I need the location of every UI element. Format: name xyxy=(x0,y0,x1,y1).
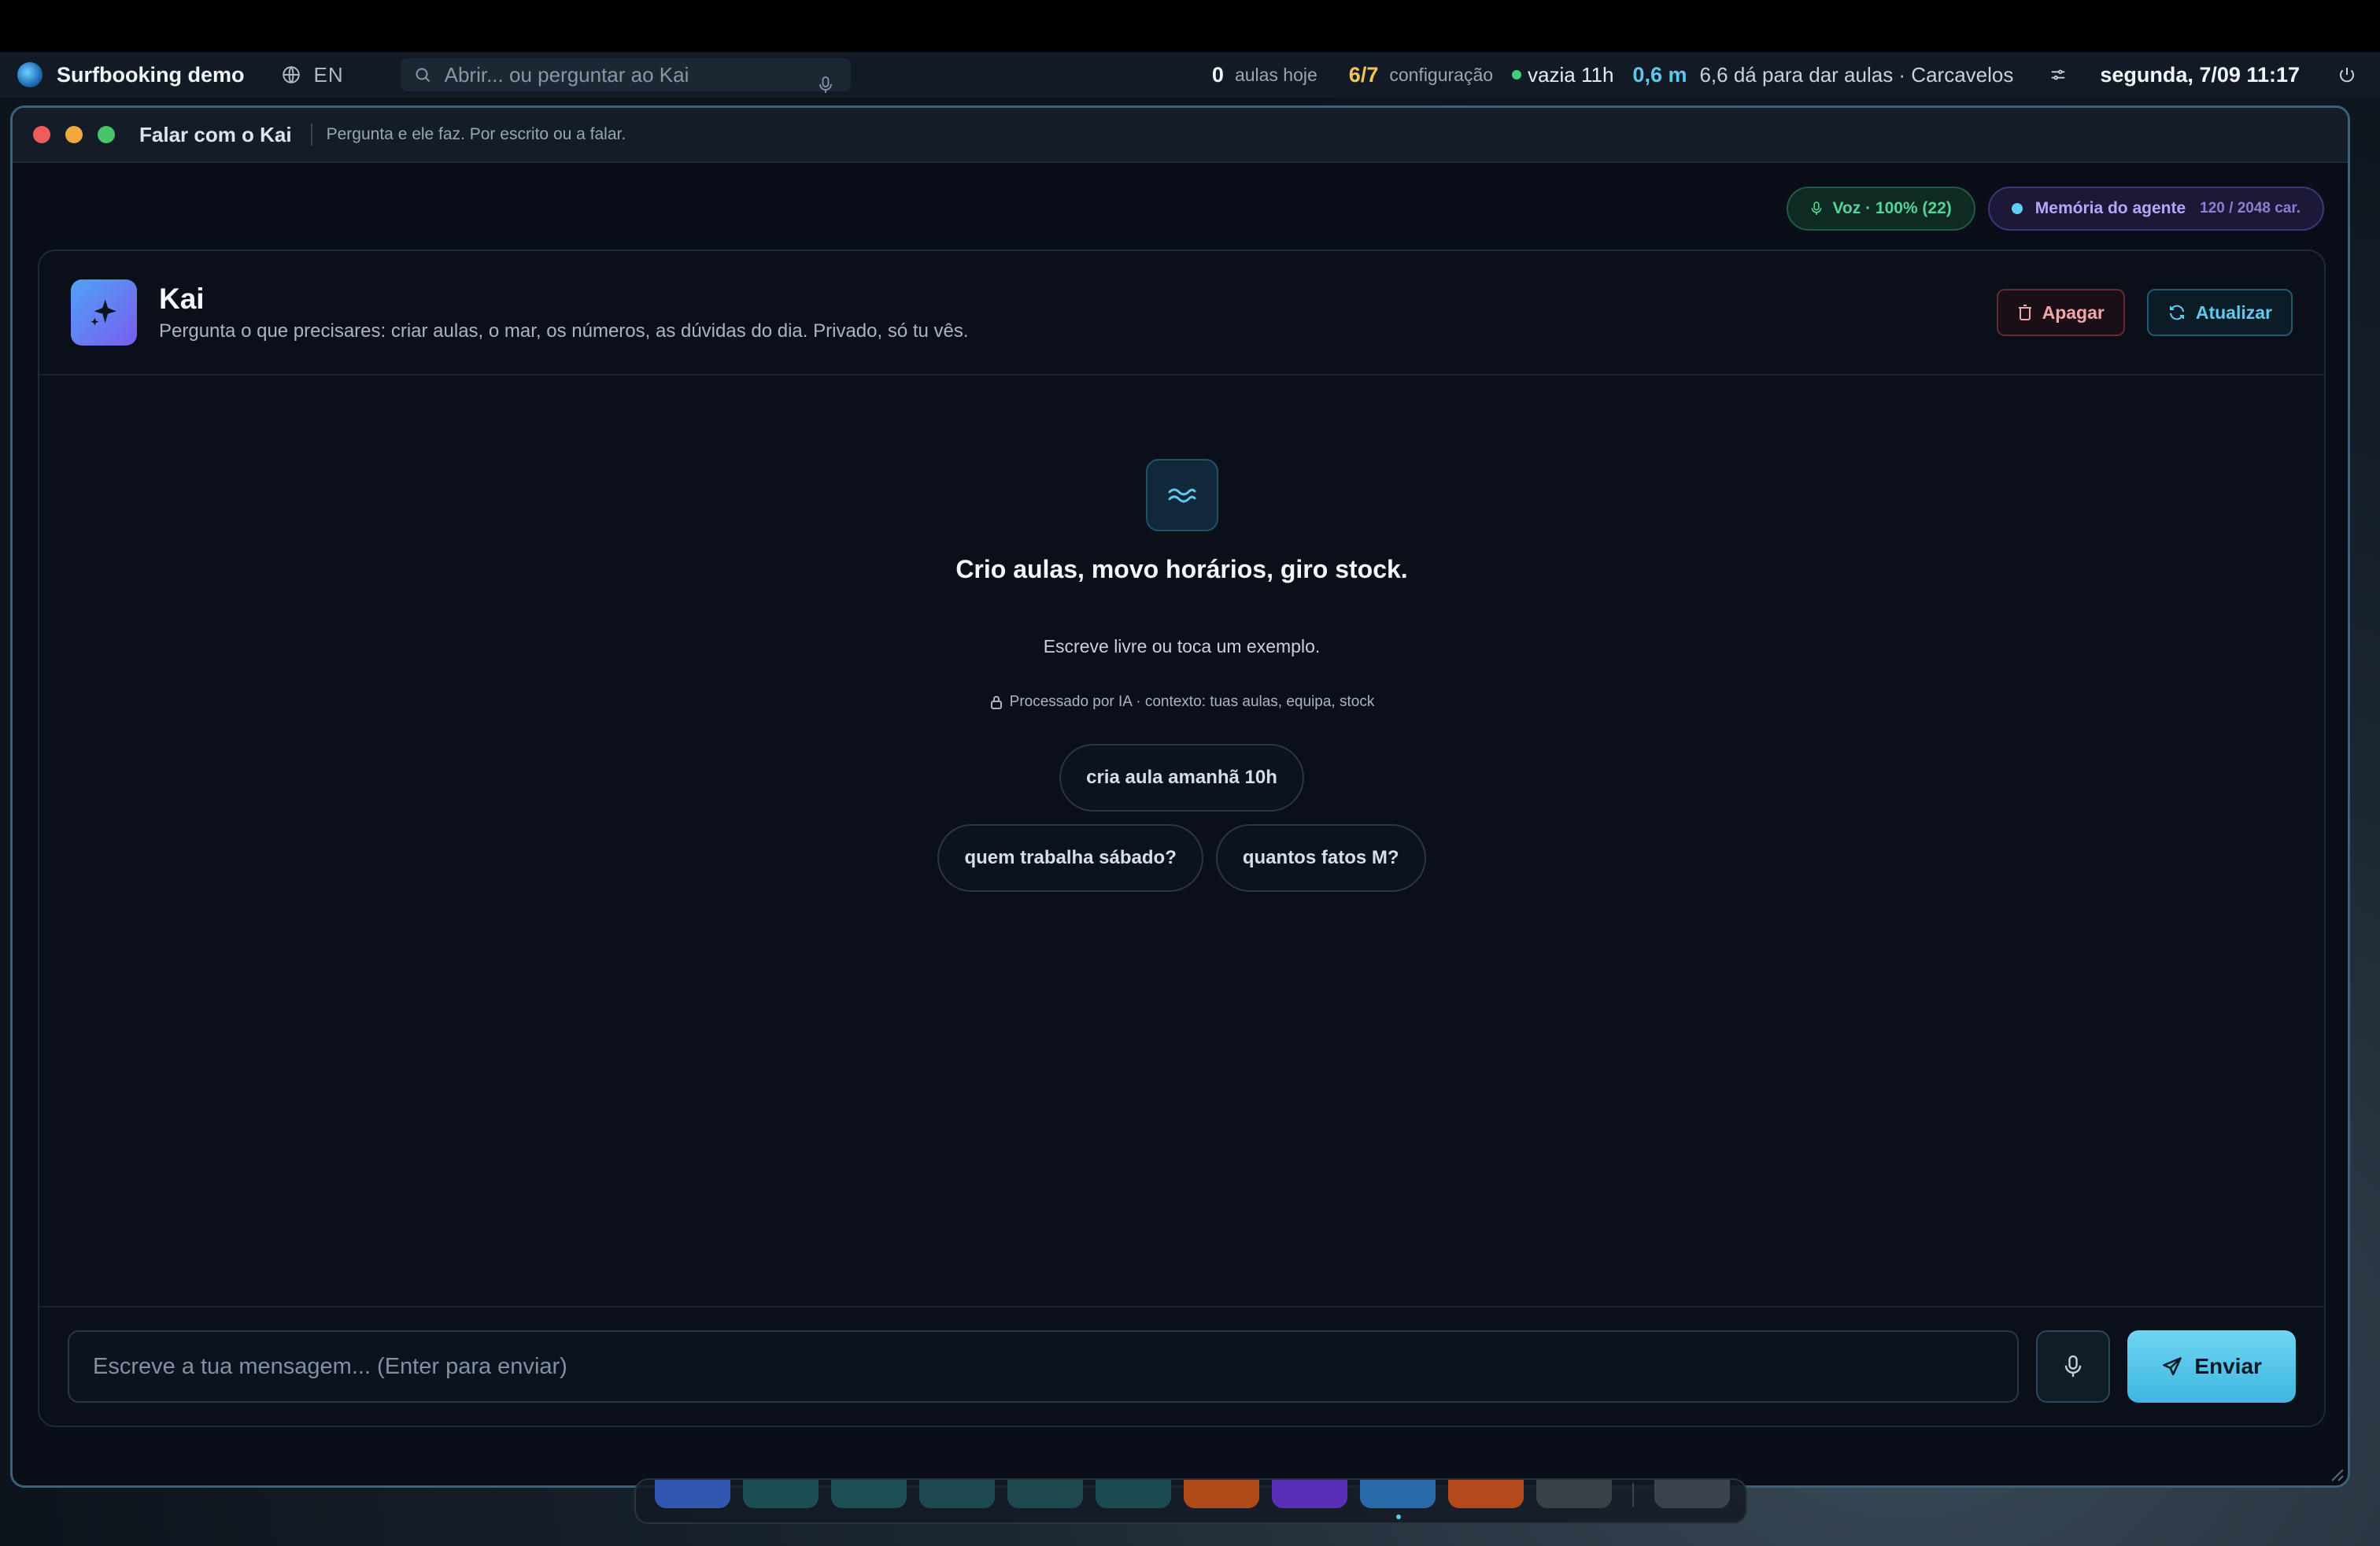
kai-chat-window: Falar com o Kai Pergunta e ele faz. Por … xyxy=(10,105,2350,1488)
empty-state-subtitle: Escreve livre ou toca um exemplo. xyxy=(1043,636,1321,656)
delete-button[interactable]: Apagar xyxy=(1996,289,2125,336)
send-button[interactable]: Enviar xyxy=(2127,1330,2296,1403)
language-label: EN xyxy=(313,62,344,87)
window-titlebar[interactable]: Falar com o Kai Pergunta e ele faz. Por … xyxy=(13,108,2348,163)
message-composer: Enviar xyxy=(39,1306,2324,1426)
suggestion-chip[interactable]: cria aula amanhã 10h xyxy=(1059,744,1304,812)
dock-separator xyxy=(1632,1483,1634,1507)
status-badges: Voz · 100% (22) Memória do agente 120 / … xyxy=(1787,187,2324,231)
app-brand[interactable]: Surfbooking demo xyxy=(17,62,245,87)
delete-label: Apagar xyxy=(2042,301,2105,323)
title-divider xyxy=(310,124,312,146)
lock-icon xyxy=(990,696,1002,709)
lessons-today-count: 0 xyxy=(1211,62,1224,87)
dock-app-icon[interactable] xyxy=(1272,1480,1347,1508)
memory-badge-label: Memória do agente xyxy=(2034,199,2186,217)
empty-state-title: Crio aulas, movo horários, giro stock. xyxy=(955,555,1408,583)
dock-app-icon[interactable] xyxy=(743,1480,819,1508)
chat-card: Kai Pergunta o que precisares: criar aul… xyxy=(38,250,2326,1427)
top-black-strip xyxy=(0,0,2380,52)
suggestion-chips: cria aula amanhã 10h quem trabalha sábad… xyxy=(39,744,2324,892)
dock-app-icon[interactable] xyxy=(1360,1480,1436,1519)
app-dock xyxy=(634,1478,1747,1524)
menubar: Surfbooking demo EN Abrir... ou pergunta… xyxy=(0,52,2380,98)
power-icon[interactable] xyxy=(2338,65,2356,84)
dock-app-icon[interactable] xyxy=(655,1480,730,1508)
dock-app-icon[interactable] xyxy=(1184,1480,1259,1508)
dock-app-icon[interactable] xyxy=(1536,1480,1612,1508)
close-window-button[interactable] xyxy=(33,126,50,143)
dock-active-indicator xyxy=(1396,1515,1401,1519)
config-label: configuração xyxy=(1389,64,1494,85)
command-search[interactable]: Abrir... ou perguntar ao Kai xyxy=(400,58,851,94)
dock-app-icon[interactable] xyxy=(1654,1480,1730,1508)
dock-app-icon[interactable] xyxy=(1007,1480,1083,1508)
resize-grip-icon[interactable] xyxy=(2326,1463,2345,1482)
send-icon xyxy=(2163,1357,2182,1376)
app-name: Surfbooking demo xyxy=(57,62,245,87)
message-input[interactable] xyxy=(68,1330,2020,1403)
app-logo-icon xyxy=(17,62,42,87)
memory-badge[interactable]: Memória do agente 120 / 2048 car. xyxy=(1987,187,2324,231)
config-progress[interactable]: 6/7 xyxy=(1349,63,1379,87)
ai-processing-note-text: Processado por IA · contexto: tuas aulas… xyxy=(1009,693,1375,710)
voice-badge[interactable]: Voz · 100% (22) xyxy=(1787,187,1975,231)
sliders-icon[interactable] xyxy=(2049,66,2067,83)
dock-app-icon[interactable] xyxy=(1448,1480,1524,1508)
microphone-icon xyxy=(2065,1355,2082,1377)
minimize-window-button[interactable] xyxy=(65,126,83,143)
refresh-button[interactable]: Atualizar xyxy=(2146,289,2293,336)
agent-description: Pergunta o que precisares: criar aulas, … xyxy=(159,320,969,342)
globe-icon xyxy=(282,66,300,83)
tide-status: vazia 11h xyxy=(1528,62,1614,87)
microphone-icon[interactable] xyxy=(818,76,833,94)
dock-app-icon[interactable] xyxy=(1096,1480,1171,1508)
agent-avatar xyxy=(71,279,137,346)
suggestion-chip[interactable]: quantos fatos M? xyxy=(1215,824,1426,892)
surf-summary: 6,6 dá para dar aulas · Carcavelos xyxy=(1699,62,2014,87)
dock-app-icon[interactable] xyxy=(831,1480,907,1508)
ai-processing-note: Processado por IA · contexto: tuas aulas… xyxy=(39,693,2324,711)
waves-icon xyxy=(1145,459,1218,531)
suggestion-chip[interactable]: quem trabalha sábado? xyxy=(937,824,1203,892)
sparkle-icon xyxy=(91,299,116,326)
wave-height: 0,6 m xyxy=(1632,62,1687,87)
refresh-icon xyxy=(2169,305,2184,320)
window-title: Falar com o Kai xyxy=(139,122,292,146)
search-placeholder: Abrir... ou perguntar ao Kai xyxy=(444,62,689,87)
search-icon xyxy=(416,68,430,83)
dock-app-icon[interactable] xyxy=(919,1480,995,1508)
agent-header: Kai Pergunta o que precisares: criar aul… xyxy=(39,251,2324,375)
empty-state: Crio aulas, movo horários, giro stock. E… xyxy=(39,375,2324,892)
voice-input-button[interactable] xyxy=(2036,1330,2111,1403)
window-subtitle: Pergunta e ele faz. Por escrito ou a fal… xyxy=(326,125,626,143)
voice-badge-label: Voz · 100% (22) xyxy=(1832,199,1952,217)
status-bar: 0 aulas hoje 6/7 configuração vazia 11h … xyxy=(1212,63,2380,87)
agent-name: Kai xyxy=(159,283,205,315)
language-switcher[interactable]: EN xyxy=(281,63,344,87)
memory-dot-icon xyxy=(2011,203,2023,214)
memory-count: 120 / 2048 car. xyxy=(2200,200,2301,216)
send-label: Enviar xyxy=(2194,1354,2262,1378)
lessons-today-label: aulas hoje xyxy=(1234,64,1318,85)
microphone-icon xyxy=(1812,202,1822,215)
refresh-label: Atualizar xyxy=(2195,301,2272,323)
maximize-window-button[interactable] xyxy=(98,126,115,143)
tide-status-dot xyxy=(1512,70,1522,80)
datetime: segunda, 7/09 11:17 xyxy=(2100,62,2300,87)
trash-icon xyxy=(2018,305,2031,320)
